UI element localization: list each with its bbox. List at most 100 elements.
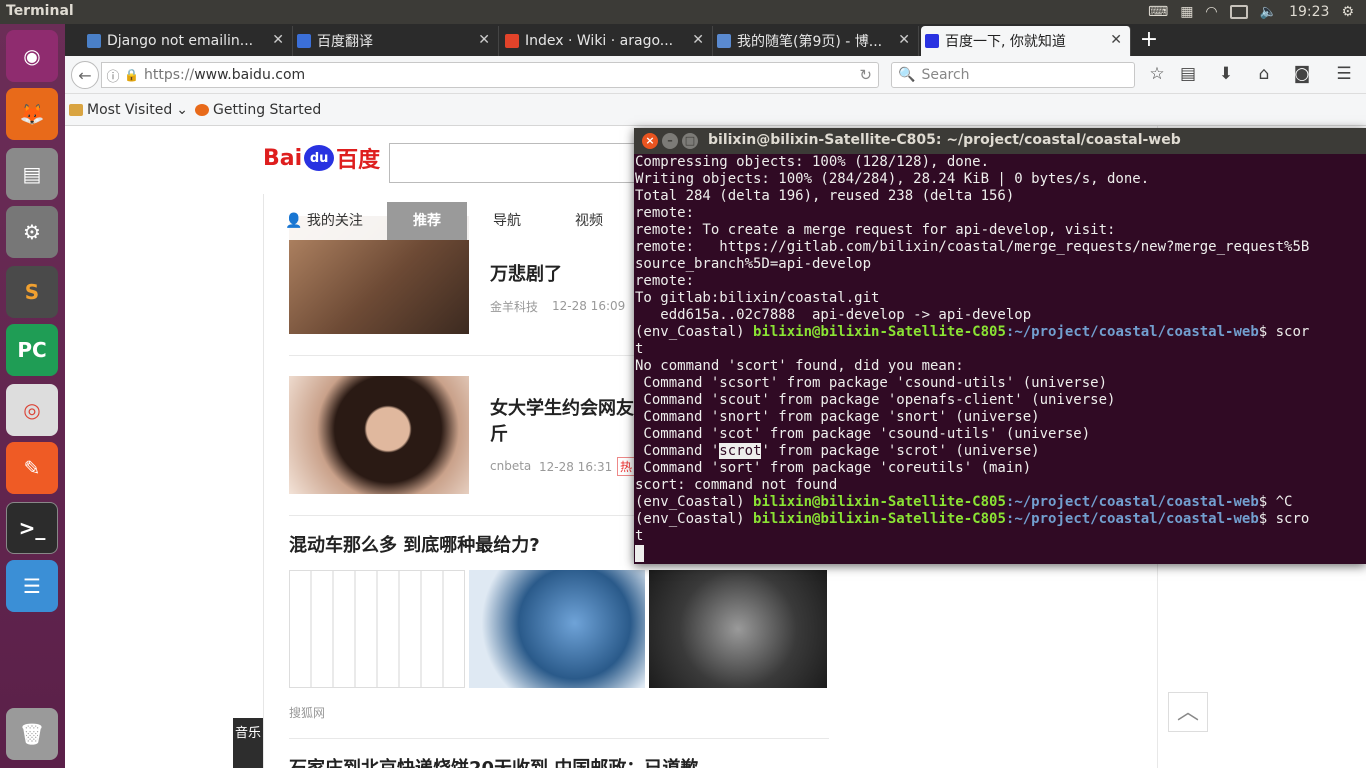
minimize-window-icon[interactable]: – bbox=[662, 133, 678, 149]
divider bbox=[289, 738, 829, 739]
tab-my-follow[interactable]: 👤 我的关注 bbox=[285, 202, 363, 240]
suggestion-line: Command 'sort' from package 'coreutils' … bbox=[635, 460, 1032, 476]
navigation-toolbar: ← ⓘ 🔒 https://www.baidu.com ↻ 🔍 Search ☆… bbox=[65, 56, 1366, 94]
back-to-top-button[interactable]: ︿ bbox=[1168, 692, 1208, 732]
tab-favicon bbox=[297, 34, 311, 48]
feed-title[interactable]: 混动车那么多 到底哪种最给力? bbox=[289, 533, 540, 559]
close-tab-icon[interactable]: ✕ bbox=[1110, 32, 1122, 48]
feed-image-engine[interactable] bbox=[469, 570, 645, 688]
suggestion-prefix: Command ' bbox=[635, 443, 720, 459]
menu-icon[interactable]: ☰ bbox=[1333, 64, 1355, 86]
music-button[interactable]: 音乐 bbox=[233, 718, 263, 768]
reading-list-icon[interactable]: ▤ bbox=[1177, 64, 1199, 86]
output-line: No command 'scort' found, did you mean: bbox=[635, 358, 964, 374]
search-input[interactable]: 🔍 Search bbox=[891, 62, 1135, 88]
ubuntu-dash-icon[interactable]: ◉ bbox=[6, 30, 58, 82]
selected-text[interactable]: scrot bbox=[719, 443, 762, 459]
sublime-text-icon[interactable]: S bbox=[6, 266, 58, 318]
feed-title[interactable]: 石家庄到北京快递烧饼20天收到 中国邮政：已道歉 bbox=[289, 756, 698, 768]
terminal-window[interactable]: × – □ bilixin@bilixin-Satellite-C805: ~/… bbox=[634, 128, 1366, 564]
tab-navigation[interactable]: 导航 bbox=[493, 202, 521, 240]
output-line: remote: https://gitlab.com/bilixin/coast… bbox=[635, 239, 1310, 255]
tab-baidu[interactable]: 百度一下, 你就知道 ✕ bbox=[921, 26, 1131, 56]
top-panel: Terminal ⌨ ▦ ◠ 🔈 19:23 ⚙ bbox=[0, 0, 1366, 24]
tab-blog[interactable]: 我的随笔(第9页) - 博... ✕ bbox=[713, 26, 919, 56]
close-tab-icon[interactable]: ✕ bbox=[898, 32, 910, 48]
trash-icon[interactable]: 🗑 bbox=[6, 708, 58, 760]
feed-image-diagram[interactable] bbox=[289, 570, 465, 688]
reload-icon[interactable]: ↻ bbox=[859, 66, 872, 84]
baidu-search-input[interactable] bbox=[389, 143, 649, 183]
new-tab-button[interactable]: + bbox=[1137, 27, 1161, 52]
logo-cn: 百度 bbox=[336, 148, 381, 173]
tab-django[interactable]: Django not emailin... ✕ bbox=[83, 26, 293, 56]
system-settings-icon[interactable]: ⚙ bbox=[6, 206, 58, 258]
tab-strip: Django not emailin... ✕ 百度翻译 ✕ Index · W… bbox=[65, 24, 1366, 56]
close-tab-icon[interactable]: ✕ bbox=[692, 32, 704, 48]
output-line: source_branch%5D=api-develop bbox=[635, 256, 872, 272]
volume-icon[interactable]: 🔈 bbox=[1260, 4, 1277, 20]
firefox-icon[interactable]: 🦊 bbox=[6, 88, 58, 140]
text-editor-icon[interactable]: ☰ bbox=[6, 560, 58, 612]
unity-launcher: ◉ 🦊 ▤ ⚙ S PC ◎ ✎ >_ ☰ 🗑 bbox=[0, 24, 65, 768]
search-icon: 🔍 bbox=[898, 67, 916, 83]
tab-label: 我的关注 bbox=[306, 213, 363, 229]
site-info-icon[interactable]: ⓘ bbox=[102, 66, 124, 85]
output-line: Total 284 (delta 196), reused 238 (delta… bbox=[635, 188, 1015, 204]
logo-bai: Bai bbox=[263, 145, 303, 171]
feed-title[interactable]: 女大学生约会网友 bbox=[490, 396, 634, 422]
command-text: ^C bbox=[1275, 494, 1293, 510]
prompt-symbol: $ bbox=[1258, 494, 1276, 510]
most-visited-label: Most Visited bbox=[87, 102, 173, 118]
most-visited-folder[interactable]: Most Visited ⌄ bbox=[69, 102, 188, 118]
maximize-window-icon[interactable]: □ bbox=[682, 133, 698, 149]
keyboard-icon[interactable]: ▦ bbox=[1180, 4, 1193, 20]
tab-gitlab-wiki[interactable]: Index · Wiki · arago... ✕ bbox=[501, 26, 713, 56]
close-tab-icon[interactable]: ✕ bbox=[478, 32, 490, 48]
getting-started-bookmark[interactable]: Getting Started bbox=[195, 102, 321, 118]
command-wrap: t bbox=[635, 341, 644, 357]
terminal-icon[interactable]: >_ bbox=[6, 502, 58, 554]
search-placeholder: Search bbox=[921, 67, 970, 83]
postman-icon[interactable]: ✎ bbox=[6, 442, 58, 494]
feed-thumbnail[interactable] bbox=[289, 376, 469, 494]
system-tray: ⌨ ▦ ◠ 🔈 19:23 ⚙ bbox=[1148, 0, 1366, 24]
files-icon[interactable]: ▤ bbox=[6, 148, 58, 200]
feed-title[interactable]: 万悲剧了 bbox=[490, 262, 562, 288]
tab-recommend[interactable]: 推荐 bbox=[387, 202, 467, 240]
home-icon[interactable]: ⌂ bbox=[1253, 64, 1275, 86]
close-tab-icon[interactable]: ✕ bbox=[272, 32, 284, 48]
pocket-icon[interactable]: ◙ bbox=[1291, 64, 1313, 86]
input-method-icon[interactable]: ⌨ bbox=[1148, 4, 1168, 20]
terminal-titlebar[interactable]: × – □ bilixin@bilixin-Satellite-C805: ~/… bbox=[634, 128, 1366, 154]
power-gear-icon[interactable]: ⚙ bbox=[1341, 4, 1354, 20]
downloads-icon[interactable]: ⬇ bbox=[1215, 64, 1237, 86]
tab-video[interactable]: 视频 bbox=[575, 202, 603, 240]
tab-favicon bbox=[505, 34, 519, 48]
battery-icon[interactable] bbox=[1229, 5, 1248, 19]
terminal-output[interactable]: Compressing objects: 100% (128/128), don… bbox=[635, 154, 1366, 564]
feed-image-engine-photo[interactable] bbox=[649, 570, 827, 688]
clock[interactable]: 19:23 bbox=[1289, 4, 1329, 20]
suggestion-line: Command 'snort' from package 'snort' (un… bbox=[635, 409, 1040, 425]
chrome-icon[interactable]: ◎ bbox=[6, 384, 58, 436]
prompt-line: (env_Coastal) bilixin@bilixin-Satellite-… bbox=[635, 324, 1366, 341]
folder-icon bbox=[69, 104, 83, 116]
back-button[interactable]: ← bbox=[71, 61, 99, 89]
cursor-line[interactable] bbox=[635, 545, 1366, 562]
url-text[interactable]: https://www.baidu.com bbox=[144, 67, 305, 83]
wifi-icon[interactable]: ◠ bbox=[1205, 4, 1217, 20]
prompt-symbol: $ bbox=[1258, 324, 1276, 340]
tab-label: 百度翻译 bbox=[317, 34, 373, 50]
baidu-logo[interactable]: Bai du 百度 bbox=[263, 142, 380, 174]
prompt-path: :~/project/coastal/coastal-web bbox=[1005, 511, 1259, 527]
prompt-line: (env_Coastal) bilixin@bilixin-Satellite-… bbox=[635, 494, 1366, 511]
pycharm-icon[interactable]: PC bbox=[6, 324, 58, 376]
prompt-path: :~/project/coastal/coastal-web bbox=[1005, 324, 1259, 340]
url-bar[interactable]: ⓘ 🔒 https://www.baidu.com ↻ bbox=[101, 62, 879, 88]
tab-baidu-translate[interactable]: 百度翻译 ✕ bbox=[293, 26, 499, 56]
feed-title-line2[interactable]: 斤 bbox=[490, 422, 508, 448]
bookmark-star-icon[interactable]: ☆ bbox=[1146, 64, 1168, 86]
close-window-icon[interactable]: × bbox=[642, 133, 658, 149]
output-line: edd615a..02c7888 api-develop -> api-deve… bbox=[635, 307, 1032, 323]
